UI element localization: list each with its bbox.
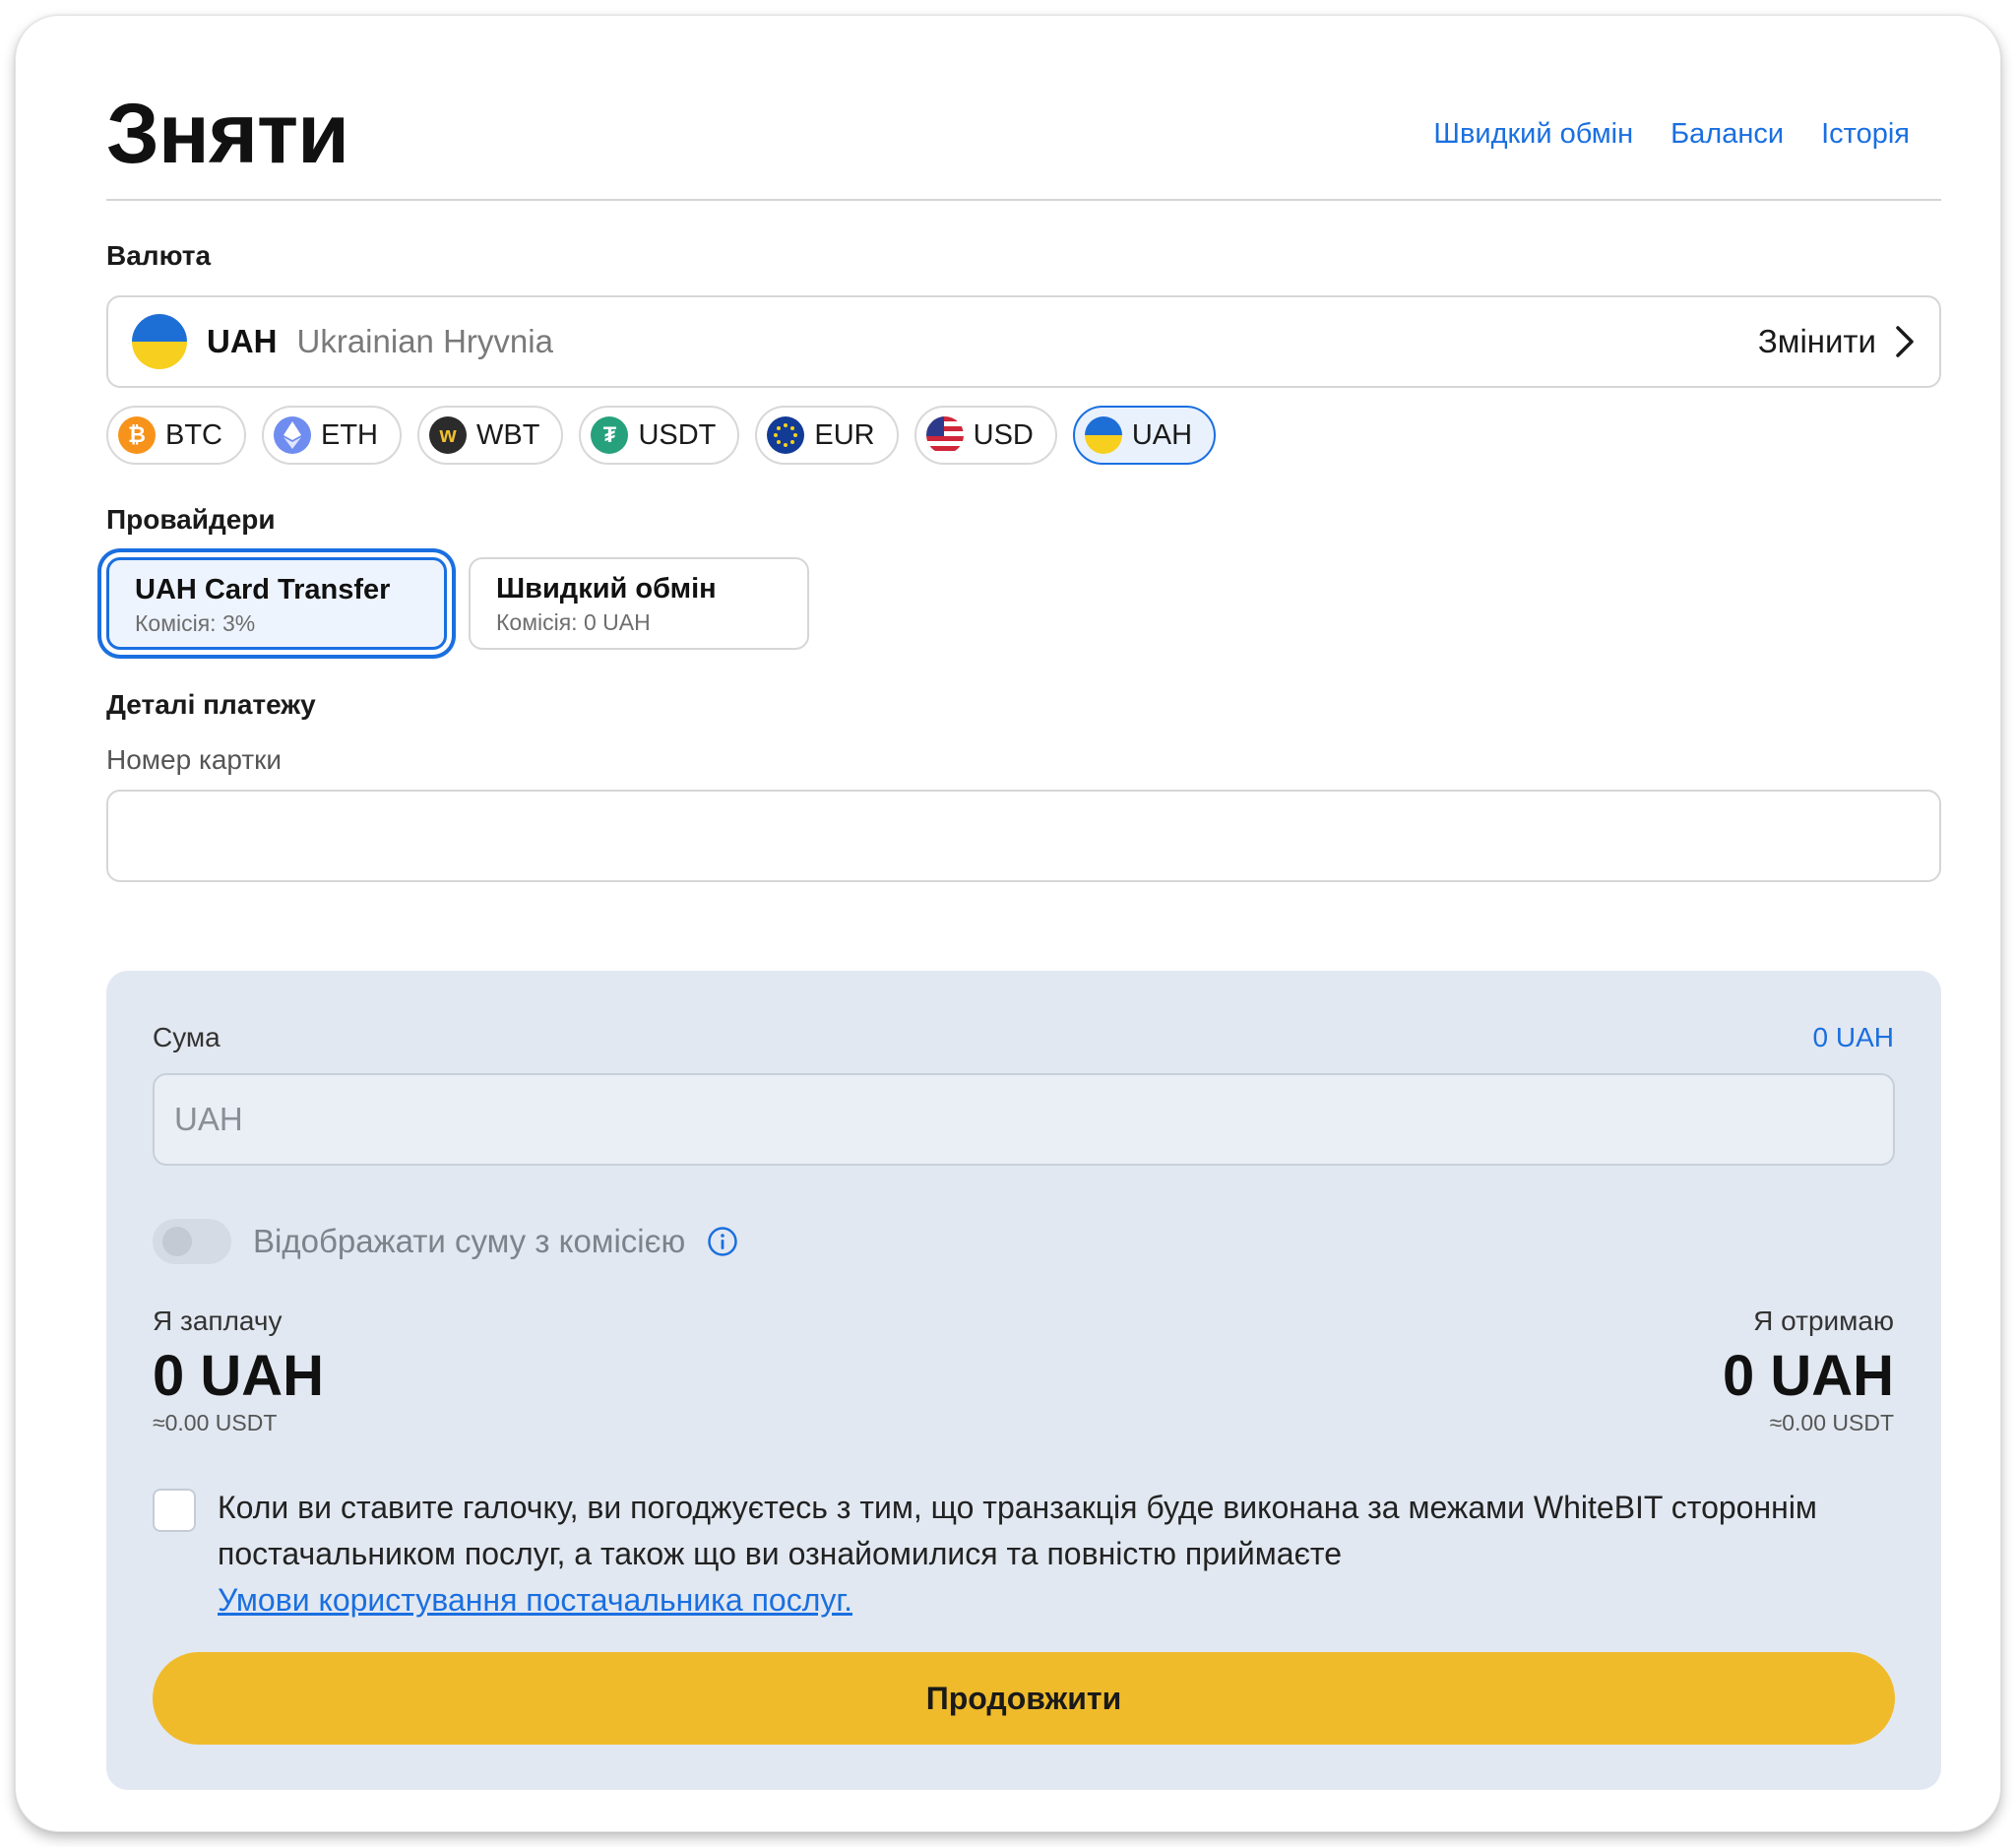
provider-list: UAH Card Transfer Комісія: 3% Швидкий об… xyxy=(106,557,809,650)
show-with-fee-label: Відображати суму з комісією xyxy=(253,1223,686,1259)
balances-link[interactable]: Баланси xyxy=(1670,114,1784,154)
quick-exchange-link[interactable]: Швидкий обмін xyxy=(1433,114,1633,154)
currency-chip-eth[interactable]: ETH xyxy=(262,406,402,465)
payment-details-label: Деталі платежу xyxy=(106,689,316,720)
currency-chip-eur[interactable]: EUR xyxy=(755,406,899,465)
currency-chip-wbt[interactable]: w WBT xyxy=(417,406,564,465)
chip-label: USD xyxy=(973,418,1034,451)
terms-checkbox[interactable] xyxy=(153,1489,196,1532)
currency-chip-usd[interactable]: USD xyxy=(914,406,1057,465)
card-number-input[interactable] xyxy=(106,790,1941,882)
provider-name: UAH Card Transfer xyxy=(135,574,391,605)
history-link[interactable]: Історія xyxy=(1821,114,1910,154)
chip-label: EUR xyxy=(814,418,875,451)
provider-uah-card-transfer[interactable]: UAH Card Transfer Комісія: 3% xyxy=(106,557,447,650)
currency-chips: ₿ BTC ETH w WBT ₮ USDT EUR USD UAH xyxy=(106,406,1217,465)
eu-flag-icon xyxy=(767,416,805,454)
amount-panel: Сума 0 UAH Відображати суму з комісією Я… xyxy=(106,971,1941,1790)
currency-chip-btc[interactable]: ₿ BTC xyxy=(106,406,246,465)
toggle-knob xyxy=(162,1227,192,1256)
chip-label: USDT xyxy=(638,418,717,451)
chip-label: WBT xyxy=(476,418,540,451)
withdraw-card: Зняти Швидкий обмін Баланси Історія Валю… xyxy=(16,16,2000,1831)
selected-currency-code: UAH xyxy=(207,323,278,359)
pay-usdt-equivalent: ≈0.00 USDT xyxy=(153,1410,278,1435)
terms-description: Коли ви ставите галочку, ви погоджуєтесь… xyxy=(218,1490,1817,1571)
receive-usdt-equivalent: ≈0.00 USDT xyxy=(1769,1410,1894,1435)
ethereum-icon xyxy=(274,416,311,454)
header-divider xyxy=(106,199,1941,201)
chip-label: BTC xyxy=(165,418,222,451)
tether-icon: ₮ xyxy=(591,416,629,454)
receive-label: Я отримаю xyxy=(1753,1306,1894,1336)
currency-select[interactable]: UAH Ukrainian Hryvnia Змінити xyxy=(106,295,1941,388)
continue-button[interactable]: Продовжити xyxy=(153,1652,1895,1745)
change-currency-label: Змінити xyxy=(1757,323,1876,359)
available-balance[interactable]: 0 UAH xyxy=(1813,1022,1894,1053)
fee-toggle-row: Відображати суму з комісією xyxy=(153,1219,738,1264)
ukraine-flag-icon xyxy=(1084,416,1122,454)
us-flag-icon xyxy=(925,416,964,454)
info-icon[interactable] xyxy=(707,1226,738,1257)
currency-chip-usdt[interactable]: ₮ USDT xyxy=(579,406,740,465)
show-with-fee-toggle[interactable] xyxy=(153,1219,231,1264)
provider-name: Швидкий обмін xyxy=(496,573,717,605)
pay-amount: 0 UAH xyxy=(153,1344,325,1408)
card-number-label: Номер картки xyxy=(106,744,283,775)
chip-label: ETH xyxy=(321,418,378,451)
chip-label: UAH xyxy=(1131,418,1193,451)
provider-fee: Комісія: 3% xyxy=(135,610,256,636)
ukraine-flag-icon xyxy=(132,314,187,369)
page-title: Зняти xyxy=(106,87,349,181)
currency-chip-uah[interactable]: UAH xyxy=(1072,406,1217,465)
provider-fee: Комісія: 0 UAH xyxy=(496,609,651,635)
terms-text: Коли ви ставите галочку, ви погоджуєтесь… xyxy=(218,1485,1891,1624)
providers-section-label: Провайдери xyxy=(106,504,276,535)
pay-label: Я заплачу xyxy=(153,1306,283,1336)
amount-label: Сума xyxy=(153,1022,220,1052)
selected-currency-name: Ukrainian Hryvnia xyxy=(296,323,553,359)
whitebit-token-icon: w xyxy=(429,416,467,454)
provider-terms-link[interactable]: Умови користування постачальника послуг. xyxy=(218,1582,852,1618)
chevron-right-icon xyxy=(1896,326,1914,357)
amount-input[interactable] xyxy=(153,1073,1895,1166)
currency-section-label: Валюта xyxy=(106,240,212,271)
provider-quick-exchange[interactable]: Швидкий обмін Комісія: 0 UAH xyxy=(469,557,809,650)
change-currency-button[interactable]: Змінити xyxy=(1758,323,1916,360)
bitcoin-icon: ₿ xyxy=(118,416,156,454)
receive-amount: 0 UAH xyxy=(1722,1344,1894,1408)
top-navigation: Швидкий обмін Баланси Історія xyxy=(1433,114,1910,154)
